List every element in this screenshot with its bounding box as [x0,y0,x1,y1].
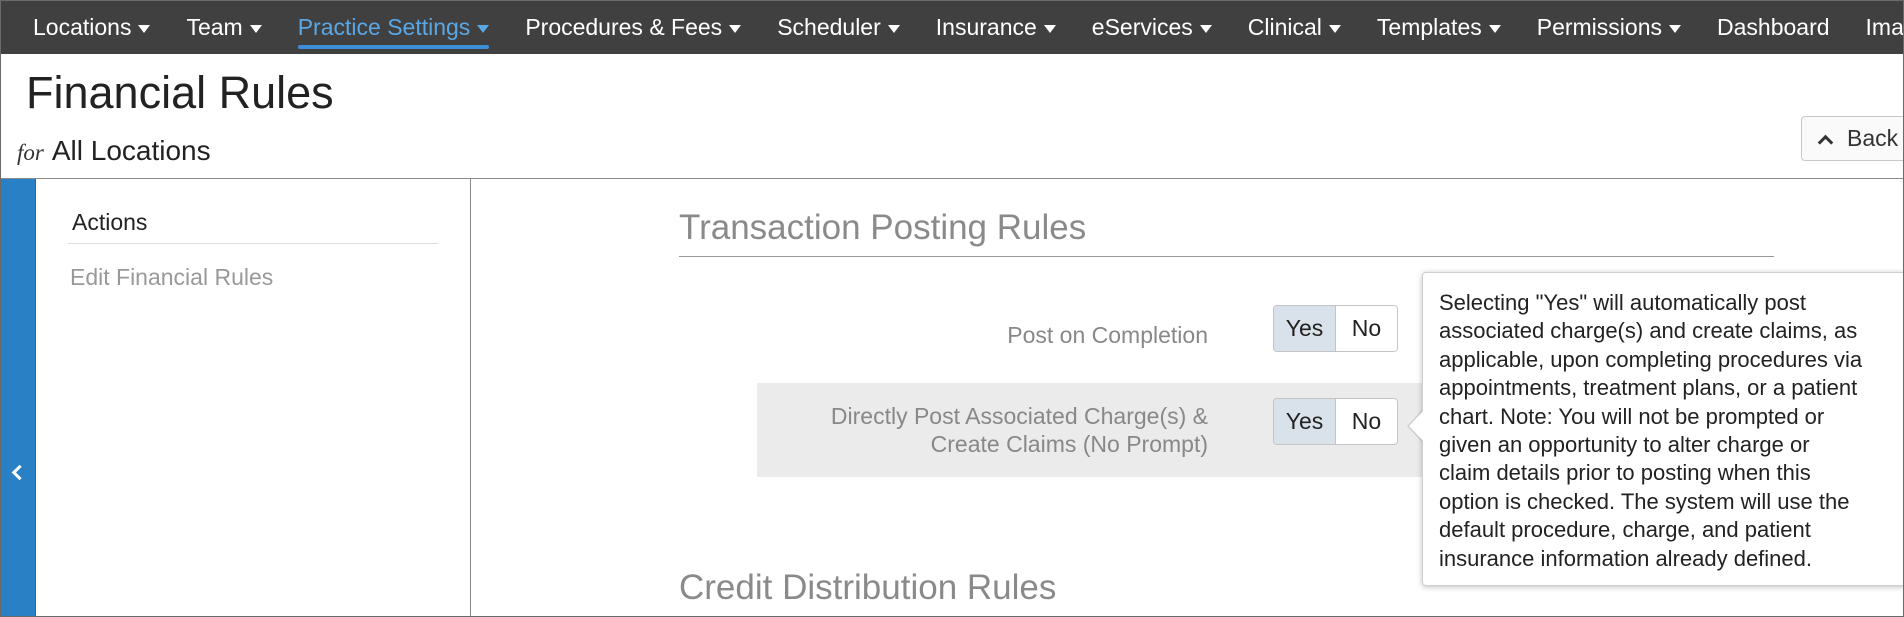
yes-option[interactable]: Yes [1274,399,1336,444]
nav-clinical[interactable]: Clinical [1248,1,1341,54]
section-title-transaction-posting: Transaction Posting Rules [679,208,1087,247]
nav-practice-settings[interactable]: Practice Settings [297,1,490,54]
back-button[interactable]: Back [1801,116,1903,161]
nav-locations[interactable]: Locations [33,1,151,54]
no-option[interactable]: No [1336,306,1397,351]
nav-label: Team [186,14,243,40]
nav-scheduler[interactable]: Scheduler [777,1,900,54]
nav-eservices[interactable]: eServices [1092,1,1212,54]
help-tooltip: Selecting "Yes" will automatically post … [1422,272,1903,586]
tooltip-line: associated charge(s) and create claims, … [1439,318,1858,344]
top-navigation: Locations Team Practice Settings Procedu… [1,1,1904,54]
nav-label: Scheduler [777,14,881,40]
nav-dashboard[interactable]: Dashboard [1717,1,1830,54]
caret-down-icon [138,24,151,33]
nav-imaging[interactable]: Imagi [1865,1,1904,54]
nav-label: Templates [1376,14,1482,40]
sidebar-heading: Actions [72,209,148,235]
nav-label: Imagi [1865,14,1904,40]
nav-label: Insurance [935,14,1037,40]
caret-down-icon [1043,24,1056,33]
caret-down-icon [477,24,490,33]
tooltip-line: chart. Note: You will not be prompted or [1439,403,1825,429]
caret-down-icon [1669,24,1681,33]
sidebar-divider [68,243,438,244]
location-name: All Locations [51,135,211,166]
nav-label: eServices [1091,14,1193,40]
caret-down-icon [1328,24,1341,33]
sidebar-collapse-toggle[interactable] [1,179,36,616]
nav-label: Locations [33,14,132,40]
tooltip-arrow-fill [1409,410,1424,442]
app-frame: Locations Team Practice Settings Procedu… [0,0,1904,617]
tooltip-line: claim details prior to posting when this [1439,460,1811,486]
tooltip-line: applicable, upon completing procedures v… [1439,346,1863,372]
page-title: Financial Rules [26,67,334,118]
nav-label: Procedures & Fees [525,14,723,40]
caret-down-icon [1199,24,1212,33]
chevron-up-icon [1817,134,1834,150]
tooltip-line: appointments, treatment plans, or a pati… [1439,375,1858,401]
section-title-credit-distribution: Credit Distribution Rules [679,568,1057,607]
nav-team[interactable]: Team [186,1,262,54]
post-on-completion-toggle: Yes No [1273,305,1398,352]
sidebar-item-edit-financial-rules[interactable]: Edit Financial Rules [70,264,273,291]
caret-down-icon [1488,24,1501,33]
row-label-post-on-completion: Post on Completion [1007,322,1208,348]
caret-down-icon [249,24,262,33]
row-label-direct-post-line1: Directly Post Associated Charge(s) & [830,403,1208,429]
yes-option[interactable]: Yes [1274,306,1336,351]
caret-down-icon [887,24,900,33]
nav-templates[interactable]: Templates [1377,1,1501,54]
no-option[interactable]: No [1336,399,1397,444]
for-label: for [17,140,44,165]
tooltip-line: Selecting "Yes" will automatically post [1439,290,1806,315]
nav-label: Practice Settings [297,14,471,40]
tooltip-line: default procedure, charge, and patient [1439,517,1811,543]
caret-down-icon [729,24,742,33]
nav-permissions[interactable]: Permissions [1537,1,1681,54]
chevron-left-icon [11,464,28,481]
section-divider [679,256,1774,257]
nav-procedures-fees[interactable]: Procedures & Fees [525,1,742,54]
nav-label: Permissions [1536,14,1662,40]
tooltip-line: given an opportunity to alter charge or [1439,432,1810,458]
location-subtitle: for All Locations [17,135,211,167]
tooltip-line: option is checked. The system will use t… [1439,488,1850,514]
sidebar: Actions Edit Financial Rules [37,179,471,616]
nav-label: Clinical [1247,14,1322,40]
direct-post-toggle: Yes No [1273,398,1398,445]
row-label-direct-post-line2: Create Claims (No Prompt) [930,431,1208,457]
nav-insurance[interactable]: Insurance [936,1,1056,54]
tooltip-line: insurance information already defined. [1439,545,1813,571]
back-label: Back [1847,125,1899,151]
nav-label: Dashboard [1717,14,1830,40]
